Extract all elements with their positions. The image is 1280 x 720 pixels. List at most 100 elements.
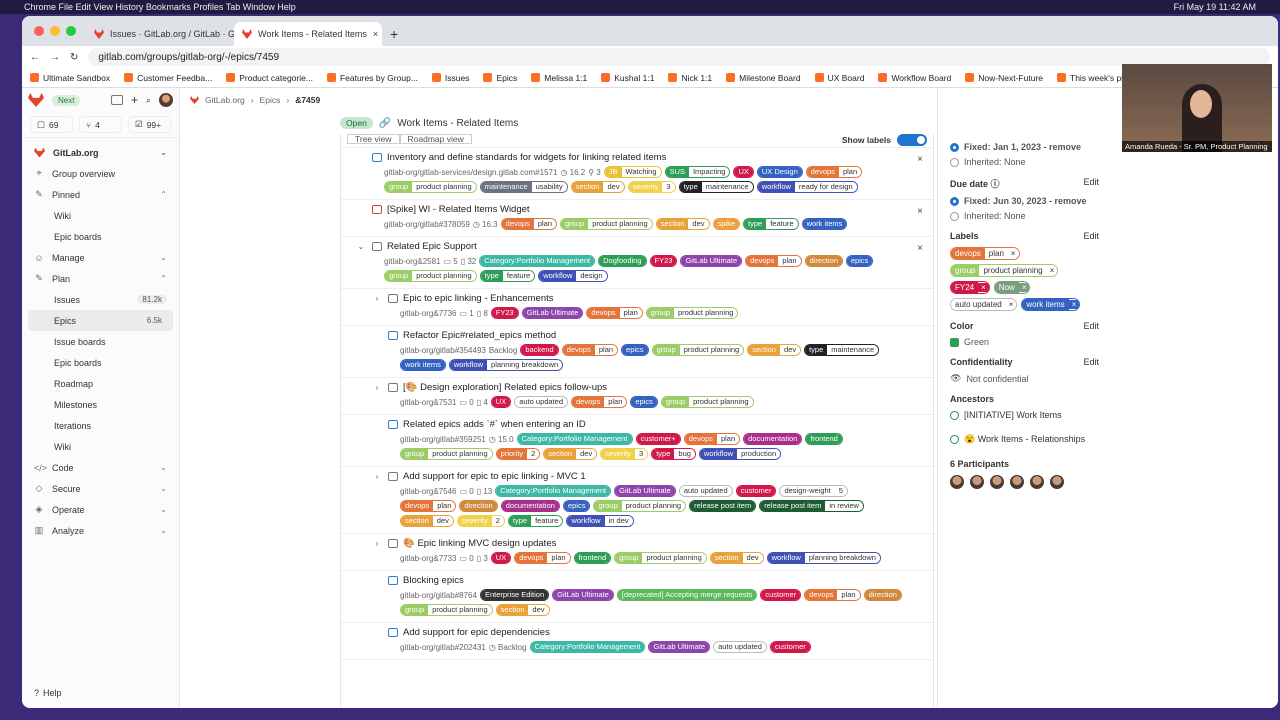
bookmark-item[interactable]: UX Board [814, 73, 864, 83]
collapse-sidebar-icon[interactable] [110, 95, 123, 105]
scoped-label[interactable]: Enterprise Edition [479, 589, 550, 601]
sidebar-item-pinned[interactable]: ✎ Pinned ⌃ [28, 184, 173, 205]
bookmark-item[interactable]: Melissa 1:1 [531, 73, 587, 83]
bookmark-item[interactable]: Nick 1:1 [668, 73, 712, 83]
scoped-label[interactable]: customer [760, 589, 802, 601]
scoped-label[interactable]: devops plan [500, 218, 557, 230]
scoped-label[interactable]: workflow in dev [566, 515, 634, 527]
item-title[interactable]: Epic to epic linking - Enhancements [403, 293, 554, 304]
sidebar-item-epic-boards[interactable]: Epic boards [28, 352, 173, 373]
item-title[interactable]: Inventory and define standards for widge… [387, 152, 666, 163]
remove-label-icon[interactable]: × [1005, 300, 1017, 309]
scoped-label[interactable]: group product planning [645, 307, 739, 319]
item-reference[interactable]: gitlab-org/gitlab#359251 [400, 434, 486, 445]
bookmark-item[interactable]: Kushal 1:1 [601, 73, 654, 83]
scoped-label[interactable]: GitLab Ultimate [521, 307, 584, 319]
scoped-label[interactable]: release post item [689, 500, 757, 512]
help-button[interactable]: ? Help [34, 688, 62, 698]
edit-color-button[interactable]: Edit [1083, 321, 1099, 331]
sidebar-item-wiki[interactable]: Wiki [28, 205, 173, 226]
item-title[interactable]: Refactor Epic#related_epics method [403, 330, 556, 341]
scoped-label[interactable]: devops plan [683, 433, 741, 445]
scoped-label[interactable]: direction [804, 255, 843, 267]
scoped-label[interactable]: FY23 [490, 307, 519, 319]
bookmark-item[interactable]: Ultimate Sandbox [30, 73, 110, 83]
scoped-label[interactable]: spike [712, 218, 741, 230]
scoped-label[interactable]: frontend [573, 552, 612, 564]
sidebar-item-iterations[interactable]: Iterations [28, 415, 173, 436]
scoped-label[interactable]: group product planning [651, 344, 745, 356]
sidebar-item-epics[interactable]: Epics 6.5k [28, 310, 173, 331]
scoped-label[interactable]: workflow planning breakdown [766, 552, 881, 564]
sidebar-item-operate[interactable]: ◈ Operate ⌄ [28, 499, 173, 520]
scoped-label[interactable]: section dev [570, 181, 625, 193]
avatar[interactable] [159, 93, 173, 107]
scoped-label[interactable]: design-weight 5 [779, 485, 848, 497]
scoped-label[interactable]: JB Watching [603, 166, 662, 178]
remove-label-icon[interactable]: × [1046, 266, 1058, 275]
avatar[interactable] [950, 475, 964, 489]
item-reference[interactable]: gitlab-org/gitlab#8764 [400, 590, 477, 601]
avatar[interactable] [970, 475, 984, 489]
item-title[interactable]: Related epics adds `#` when entering an … [403, 419, 586, 430]
scoped-label[interactable]: group product planning [593, 500, 687, 512]
expand-toggle-icon[interactable]: ⌄ [355, 242, 367, 251]
scoped-label[interactable]: priority 2 [495, 448, 541, 460]
scoped-label[interactable]: direction [459, 500, 498, 512]
reload-icon[interactable]: ↻ [70, 52, 78, 63]
scoped-label[interactable]: devops plan [561, 344, 619, 356]
scoped-label[interactable]: auto updated [713, 641, 767, 653]
sidebar-label[interactable]: group product planning × [950, 264, 1059, 277]
scoped-label[interactable]: documentation [500, 500, 560, 512]
scoped-label[interactable]: UX [490, 396, 512, 408]
edit-labels-button[interactable]: Edit [1083, 231, 1099, 241]
fixed-due-radio[interactable] [950, 196, 959, 206]
sidebar-item-milestones[interactable]: Milestones [28, 394, 173, 415]
scoped-label[interactable]: devops plan [586, 307, 643, 319]
scoped-label[interactable]: UX [733, 166, 754, 178]
item-title[interactable]: 🎨 Epic linking MVC design updates [403, 538, 556, 549]
edit-due-date-button[interactable]: Edit [1083, 177, 1099, 190]
scoped-label[interactable]: group product planning [660, 396, 754, 408]
expand-toggle-icon[interactable]: › [371, 294, 383, 303]
remove-label-icon[interactable]: × [1007, 249, 1019, 258]
sidebar-label[interactable]: devops plan × [950, 247, 1020, 260]
bookmark-item[interactable]: Epics [483, 73, 517, 83]
scoped-label[interactable]: type maintenance [804, 344, 880, 356]
avatar[interactable] [1050, 475, 1064, 489]
close-tab-icon[interactable]: × [373, 29, 378, 39]
bookmark-item[interactable]: Workflow Board [878, 73, 951, 83]
new-tab-icon[interactable]: + [382, 26, 406, 46]
context-switcher[interactable]: GitLab.org ⌄ [28, 142, 173, 163]
scoped-label[interactable]: devops plan [805, 166, 863, 178]
scoped-label[interactable]: Category:Portfolio Management [479, 255, 596, 267]
scoped-label[interactable]: epics [630, 396, 658, 408]
roadmap-view-button[interactable]: Roadmap view [399, 134, 472, 144]
item-reference[interactable]: gitlab-org&7736 [400, 308, 456, 319]
sidebar-item-code[interactable]: </> Code ⌄ [28, 457, 173, 478]
scoped-label[interactable]: Category:Portfolio Management [529, 641, 646, 653]
item-reference[interactable]: gitlab-org&7733 [400, 553, 456, 564]
address-input[interactable]: gitlab.com/groups/gitlab-org/-/epics/745… [88, 48, 1270, 66]
bookmark-item[interactable]: Product categorie... [226, 73, 313, 83]
sidebar-item-group-overview[interactable]: ⌖ Group overview [28, 163, 173, 184]
scoped-label[interactable]: backend [520, 344, 559, 356]
item-reference[interactable]: gitlab-org&7531 [400, 397, 456, 408]
scoped-label[interactable]: auto updated [514, 396, 569, 408]
expand-toggle-icon[interactable]: › [371, 383, 383, 392]
scoped-label[interactable]: section dev [543, 448, 598, 460]
sidebar-item-issue-boards[interactable]: Issue boards [28, 331, 173, 352]
remove-label-icon[interactable]: × [1068, 300, 1080, 309]
sidebar-item-manage[interactable]: ☺ Manage ⌄ [28, 247, 173, 268]
avatar[interactable] [990, 475, 1004, 489]
scoped-label[interactable]: UX [490, 552, 512, 564]
bookmark-item[interactable]: Customer Feedba... [124, 73, 212, 83]
breadcrumb-epics[interactable]: Epics [260, 95, 281, 105]
scoped-label[interactable]: workflow production [698, 448, 782, 460]
scoped-label[interactable]: group product planning [560, 218, 653, 230]
scoped-label[interactable]: auto updated [678, 485, 733, 497]
scoped-label[interactable]: direction [863, 589, 902, 601]
scoped-label[interactable]: maintenance usability [479, 181, 568, 193]
inherited-start-radio[interactable] [950, 157, 959, 167]
item-title[interactable]: Add support for epic dependencies [403, 627, 550, 638]
